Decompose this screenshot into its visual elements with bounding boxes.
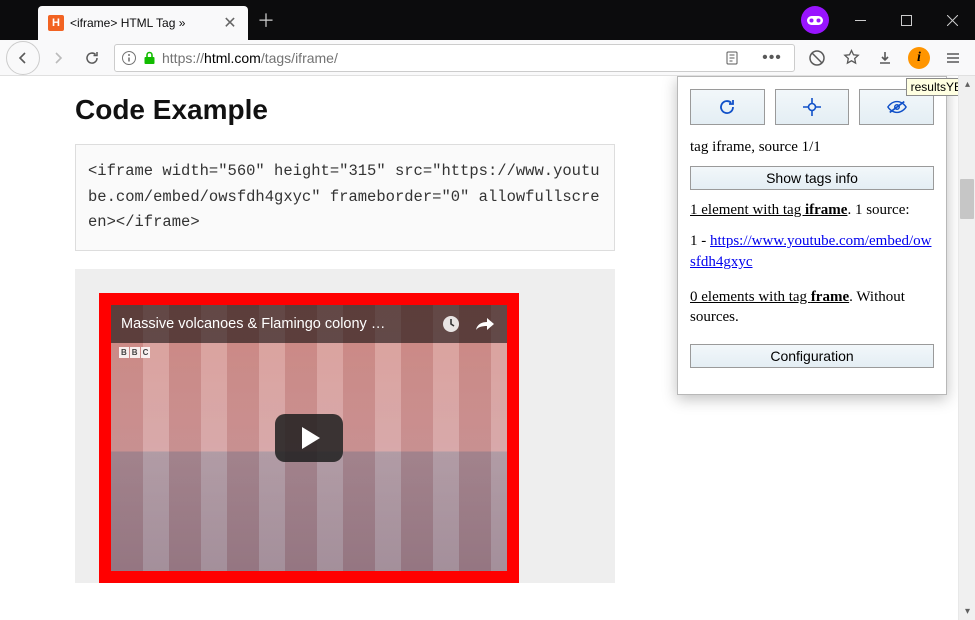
bbc-logo: BBC — [119, 347, 150, 358]
share-icon[interactable] — [473, 312, 497, 336]
titlebar: H <iframe> HTML Tag » ✕ ＋ — [0, 0, 975, 40]
reader-mode-icon[interactable] — [716, 43, 748, 73]
scroll-down-icon[interactable]: ▾ — [959, 603, 975, 620]
browser-tab[interactable]: H <iframe> HTML Tag » ✕ — [38, 6, 248, 40]
vertical-scrollbar[interactable]: ▴ ▾ — [958, 76, 975, 620]
video-title: Massive volcanoes & Flamingo colony … — [121, 316, 429, 332]
tab-close-icon[interactable]: ✕ — [222, 15, 238, 31]
page-actions-icon[interactable]: ••• — [756, 43, 788, 73]
target-button[interactable] — [775, 89, 850, 125]
source-line: 1 - https://www.youtube.com/embed/owsfdh… — [690, 231, 934, 273]
youtube-iframe[interactable]: Massive volcanoes & Flamingo colony … BB… — [99, 293, 519, 583]
forward-button[interactable] — [42, 43, 74, 73]
play-button[interactable] — [275, 414, 343, 462]
configuration-button[interactable]: Configuration — [690, 344, 934, 368]
url-text: https://html.com/tags/iframe/ — [162, 50, 338, 66]
downloads-icon[interactable] — [869, 43, 901, 73]
panel-caption: tag iframe, source 1/1 — [690, 139, 934, 156]
frame-summary: 0 elements with tag frame. Without sourc… — [690, 287, 934, 328]
code-example-box: <iframe width="560" height="315" src="ht… — [75, 144, 615, 251]
extension-button[interactable]: i — [903, 43, 935, 73]
content-area: Code Example <iframe width="560" height=… — [0, 76, 975, 620]
show-tags-button[interactable]: Show tags info — [690, 166, 934, 190]
video-title-bar: Massive volcanoes & Flamingo colony … — [111, 305, 507, 343]
profile-avatar[interactable] — [801, 6, 829, 34]
back-button[interactable] — [6, 41, 40, 75]
scroll-thumb[interactable] — [960, 179, 974, 219]
titlebar-right — [801, 0, 975, 40]
tab-title: <iframe> HTML Tag » — [70, 16, 216, 30]
reload-button[interactable] — [76, 43, 108, 73]
tab-favicon: H — [48, 15, 64, 31]
new-tab-button[interactable]: ＋ — [252, 6, 280, 34]
preview-box: Massive volcanoes & Flamingo colony … BB… — [75, 269, 615, 583]
window-close-button[interactable] — [929, 0, 975, 40]
toolbar: https://html.com/tags/iframe/ ••• i — [0, 40, 975, 76]
site-info-icon[interactable] — [121, 50, 137, 66]
scroll-up-icon[interactable]: ▴ — [959, 76, 975, 93]
noscript-icon[interactable] — [801, 43, 833, 73]
extension-icon: i — [908, 47, 930, 69]
window-minimize-button[interactable] — [837, 0, 883, 40]
address-bar[interactable]: https://html.com/tags/iframe/ ••• — [114, 44, 795, 72]
watch-later-icon[interactable] — [439, 312, 463, 336]
panel-toolbar — [690, 89, 934, 125]
bookmark-star-icon[interactable] — [835, 43, 867, 73]
lock-icon — [143, 51, 156, 65]
menu-button[interactable] — [937, 43, 969, 73]
iframe-summary: 1 element with tag iframe. 1 source: — [690, 202, 934, 219]
source-link[interactable]: https://www.youtube.com/embed/owsfdh4gxy… — [690, 233, 932, 270]
window-maximize-button[interactable] — [883, 0, 929, 40]
extension-panel: tag iframe, source 1/1 Show tags info 1 … — [677, 76, 947, 395]
refresh-button[interactable] — [690, 89, 765, 125]
